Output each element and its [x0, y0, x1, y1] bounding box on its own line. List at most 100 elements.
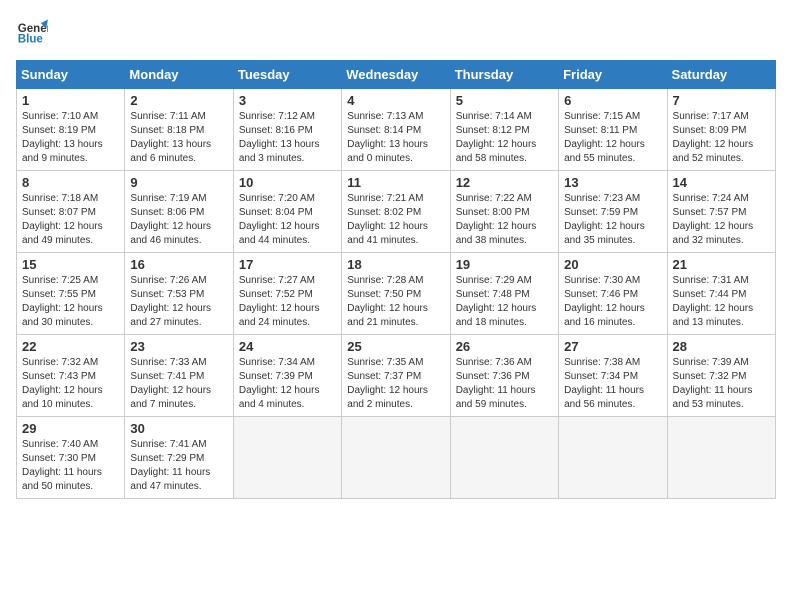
- weekday-header: Wednesday: [342, 61, 450, 89]
- day-number: 3: [239, 93, 336, 108]
- page-header: General Blue: [16, 16, 776, 48]
- day-number: 13: [564, 175, 661, 190]
- calendar-day-cell: [342, 417, 450, 499]
- calendar-week-row: 1 Sunrise: 7:10 AM Sunset: 8:19 PM Dayli…: [17, 89, 776, 171]
- calendar-day-cell: [559, 417, 667, 499]
- calendar-day-cell: 1 Sunrise: 7:10 AM Sunset: 8:19 PM Dayli…: [17, 89, 125, 171]
- calendar-day-cell: 11 Sunrise: 7:21 AM Sunset: 8:02 PM Dayl…: [342, 171, 450, 253]
- calendar-body: 1 Sunrise: 7:10 AM Sunset: 8:19 PM Dayli…: [17, 89, 776, 499]
- day-info: Sunrise: 7:17 AM Sunset: 8:09 PM Dayligh…: [673, 110, 770, 166]
- day-number: 28: [673, 339, 770, 354]
- day-info: Sunrise: 7:35 AM Sunset: 7:37 PM Dayligh…: [347, 356, 444, 412]
- calendar-day-cell: 29 Sunrise: 7:40 AM Sunset: 7:30 PM Dayl…: [17, 417, 125, 499]
- calendar-day-cell: 4 Sunrise: 7:13 AM Sunset: 8:14 PM Dayli…: [342, 89, 450, 171]
- calendar-day-cell: 22 Sunrise: 7:32 AM Sunset: 7:43 PM Dayl…: [17, 335, 125, 417]
- day-number: 5: [456, 93, 553, 108]
- day-info: Sunrise: 7:30 AM Sunset: 7:46 PM Dayligh…: [564, 274, 661, 330]
- day-info: Sunrise: 7:29 AM Sunset: 7:48 PM Dayligh…: [456, 274, 553, 330]
- day-number: 22: [22, 339, 119, 354]
- day-info: Sunrise: 7:31 AM Sunset: 7:44 PM Dayligh…: [673, 274, 770, 330]
- day-number: 20: [564, 257, 661, 272]
- day-info: Sunrise: 7:40 AM Sunset: 7:30 PM Dayligh…: [22, 438, 119, 494]
- day-number: 30: [130, 421, 227, 436]
- day-number: 21: [673, 257, 770, 272]
- calendar-day-cell: 16 Sunrise: 7:26 AM Sunset: 7:53 PM Dayl…: [125, 253, 233, 335]
- calendar-day-cell: 13 Sunrise: 7:23 AM Sunset: 7:59 PM Dayl…: [559, 171, 667, 253]
- calendar-day-cell: 25 Sunrise: 7:35 AM Sunset: 7:37 PM Dayl…: [342, 335, 450, 417]
- calendar-day-cell: 26 Sunrise: 7:36 AM Sunset: 7:36 PM Dayl…: [450, 335, 558, 417]
- day-info: Sunrise: 7:27 AM Sunset: 7:52 PM Dayligh…: [239, 274, 336, 330]
- day-number: 1: [22, 93, 119, 108]
- weekday-header: Thursday: [450, 61, 558, 89]
- day-number: 9: [130, 175, 227, 190]
- day-number: 25: [347, 339, 444, 354]
- calendar-day-cell: 20 Sunrise: 7:30 AM Sunset: 7:46 PM Dayl…: [559, 253, 667, 335]
- calendar-day-cell: 15 Sunrise: 7:25 AM Sunset: 7:55 PM Dayl…: [17, 253, 125, 335]
- day-number: 18: [347, 257, 444, 272]
- day-info: Sunrise: 7:33 AM Sunset: 7:41 PM Dayligh…: [130, 356, 227, 412]
- day-info: Sunrise: 7:19 AM Sunset: 8:06 PM Dayligh…: [130, 192, 227, 248]
- day-info: Sunrise: 7:11 AM Sunset: 8:18 PM Dayligh…: [130, 110, 227, 166]
- calendar-day-cell: 17 Sunrise: 7:27 AM Sunset: 7:52 PM Dayl…: [233, 253, 341, 335]
- weekday-header: Saturday: [667, 61, 775, 89]
- calendar-week-row: 29 Sunrise: 7:40 AM Sunset: 7:30 PM Dayl…: [17, 417, 776, 499]
- weekday-header: Tuesday: [233, 61, 341, 89]
- calendar-day-cell: 24 Sunrise: 7:34 AM Sunset: 7:39 PM Dayl…: [233, 335, 341, 417]
- day-info: Sunrise: 7:10 AM Sunset: 8:19 PM Dayligh…: [22, 110, 119, 166]
- day-info: Sunrise: 7:12 AM Sunset: 8:16 PM Dayligh…: [239, 110, 336, 166]
- day-info: Sunrise: 7:21 AM Sunset: 8:02 PM Dayligh…: [347, 192, 444, 248]
- day-info: Sunrise: 7:32 AM Sunset: 7:43 PM Dayligh…: [22, 356, 119, 412]
- calendar-day-cell: [233, 417, 341, 499]
- calendar-day-cell: 10 Sunrise: 7:20 AM Sunset: 8:04 PM Dayl…: [233, 171, 341, 253]
- day-info: Sunrise: 7:36 AM Sunset: 7:36 PM Dayligh…: [456, 356, 553, 412]
- svg-text:Blue: Blue: [18, 34, 44, 46]
- day-number: 26: [456, 339, 553, 354]
- calendar-day-cell: 27 Sunrise: 7:38 AM Sunset: 7:34 PM Dayl…: [559, 335, 667, 417]
- day-info: Sunrise: 7:41 AM Sunset: 7:29 PM Dayligh…: [130, 438, 227, 494]
- day-info: Sunrise: 7:20 AM Sunset: 8:04 PM Dayligh…: [239, 192, 336, 248]
- weekday-header: Sunday: [17, 61, 125, 89]
- day-info: Sunrise: 7:13 AM Sunset: 8:14 PM Dayligh…: [347, 110, 444, 166]
- calendar-day-cell: 8 Sunrise: 7:18 AM Sunset: 8:07 PM Dayli…: [17, 171, 125, 253]
- day-number: 12: [456, 175, 553, 190]
- calendar-day-cell: 21 Sunrise: 7:31 AM Sunset: 7:44 PM Dayl…: [667, 253, 775, 335]
- calendar-day-cell: 14 Sunrise: 7:24 AM Sunset: 7:57 PM Dayl…: [667, 171, 775, 253]
- calendar-day-cell: 5 Sunrise: 7:14 AM Sunset: 8:12 PM Dayli…: [450, 89, 558, 171]
- calendar-day-cell: 30 Sunrise: 7:41 AM Sunset: 7:29 PM Dayl…: [125, 417, 233, 499]
- calendar-day-cell: 18 Sunrise: 7:28 AM Sunset: 7:50 PM Dayl…: [342, 253, 450, 335]
- calendar-day-cell: 28 Sunrise: 7:39 AM Sunset: 7:32 PM Dayl…: [667, 335, 775, 417]
- day-number: 29: [22, 421, 119, 436]
- calendar-day-cell: [667, 417, 775, 499]
- calendar-day-cell: [450, 417, 558, 499]
- day-number: 8: [22, 175, 119, 190]
- day-number: 17: [239, 257, 336, 272]
- day-number: 4: [347, 93, 444, 108]
- day-info: Sunrise: 7:26 AM Sunset: 7:53 PM Dayligh…: [130, 274, 227, 330]
- weekday-header: Friday: [559, 61, 667, 89]
- calendar-table: SundayMondayTuesdayWednesdayThursdayFrid…: [16, 60, 776, 499]
- calendar-day-cell: 3 Sunrise: 7:12 AM Sunset: 8:16 PM Dayli…: [233, 89, 341, 171]
- weekday-header: Monday: [125, 61, 233, 89]
- day-number: 24: [239, 339, 336, 354]
- day-number: 7: [673, 93, 770, 108]
- calendar-week-row: 22 Sunrise: 7:32 AM Sunset: 7:43 PM Dayl…: [17, 335, 776, 417]
- day-number: 11: [347, 175, 444, 190]
- day-info: Sunrise: 7:15 AM Sunset: 8:11 PM Dayligh…: [564, 110, 661, 166]
- day-info: Sunrise: 7:38 AM Sunset: 7:34 PM Dayligh…: [564, 356, 661, 412]
- calendar-day-cell: 2 Sunrise: 7:11 AM Sunset: 8:18 PM Dayli…: [125, 89, 233, 171]
- day-number: 19: [456, 257, 553, 272]
- logo: General Blue: [16, 16, 48, 48]
- day-number: 2: [130, 93, 227, 108]
- calendar-day-cell: 19 Sunrise: 7:29 AM Sunset: 7:48 PM Dayl…: [450, 253, 558, 335]
- day-number: 16: [130, 257, 227, 272]
- day-number: 10: [239, 175, 336, 190]
- logo-icon: General Blue: [16, 16, 48, 48]
- day-number: 27: [564, 339, 661, 354]
- day-number: 15: [22, 257, 119, 272]
- day-info: Sunrise: 7:14 AM Sunset: 8:12 PM Dayligh…: [456, 110, 553, 166]
- day-number: 14: [673, 175, 770, 190]
- calendar-week-row: 15 Sunrise: 7:25 AM Sunset: 7:55 PM Dayl…: [17, 253, 776, 335]
- day-info: Sunrise: 7:39 AM Sunset: 7:32 PM Dayligh…: [673, 356, 770, 412]
- calendar-day-cell: 12 Sunrise: 7:22 AM Sunset: 8:00 PM Dayl…: [450, 171, 558, 253]
- calendar-day-cell: 6 Sunrise: 7:15 AM Sunset: 8:11 PM Dayli…: [559, 89, 667, 171]
